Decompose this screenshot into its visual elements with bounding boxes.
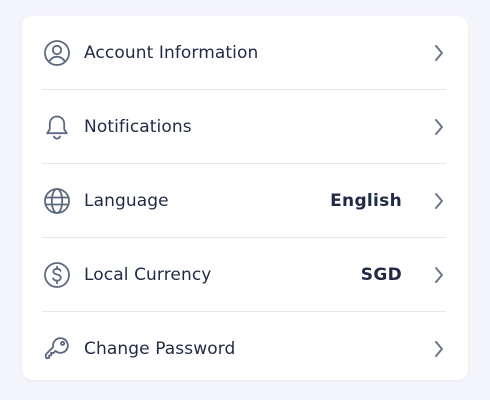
- chevron-right-icon: [432, 191, 446, 211]
- chevron-right-icon: [432, 117, 446, 137]
- user-circle-icon: [42, 38, 72, 68]
- settings-item-value: English: [330, 190, 402, 211]
- settings-item-label: Language: [84, 190, 169, 211]
- chevron-right-icon: [432, 265, 446, 285]
- settings-item-account-information[interactable]: Account Information: [42, 16, 446, 89]
- settings-card: Account Information Notifications Langua…: [22, 16, 468, 380]
- bell-icon: [42, 112, 72, 142]
- settings-item-label: Notifications: [84, 116, 192, 137]
- settings-item-label: Local Currency: [84, 264, 212, 285]
- settings-item-label: Account Information: [84, 42, 259, 63]
- globe-icon: [42, 186, 72, 216]
- dollar-circle-icon: [42, 260, 72, 290]
- settings-item-change-password[interactable]: Change Password: [42, 311, 446, 385]
- settings-item-local-currency[interactable]: Local Currency SGD: [42, 237, 446, 311]
- settings-item-label: Change Password: [84, 338, 236, 359]
- settings-item-language[interactable]: Language English: [42, 163, 446, 237]
- key-icon: [42, 334, 72, 364]
- chevron-right-icon: [432, 339, 446, 359]
- chevron-right-icon: [432, 43, 446, 63]
- settings-item-notifications[interactable]: Notifications: [42, 89, 446, 163]
- settings-item-value: SGD: [360, 264, 402, 285]
